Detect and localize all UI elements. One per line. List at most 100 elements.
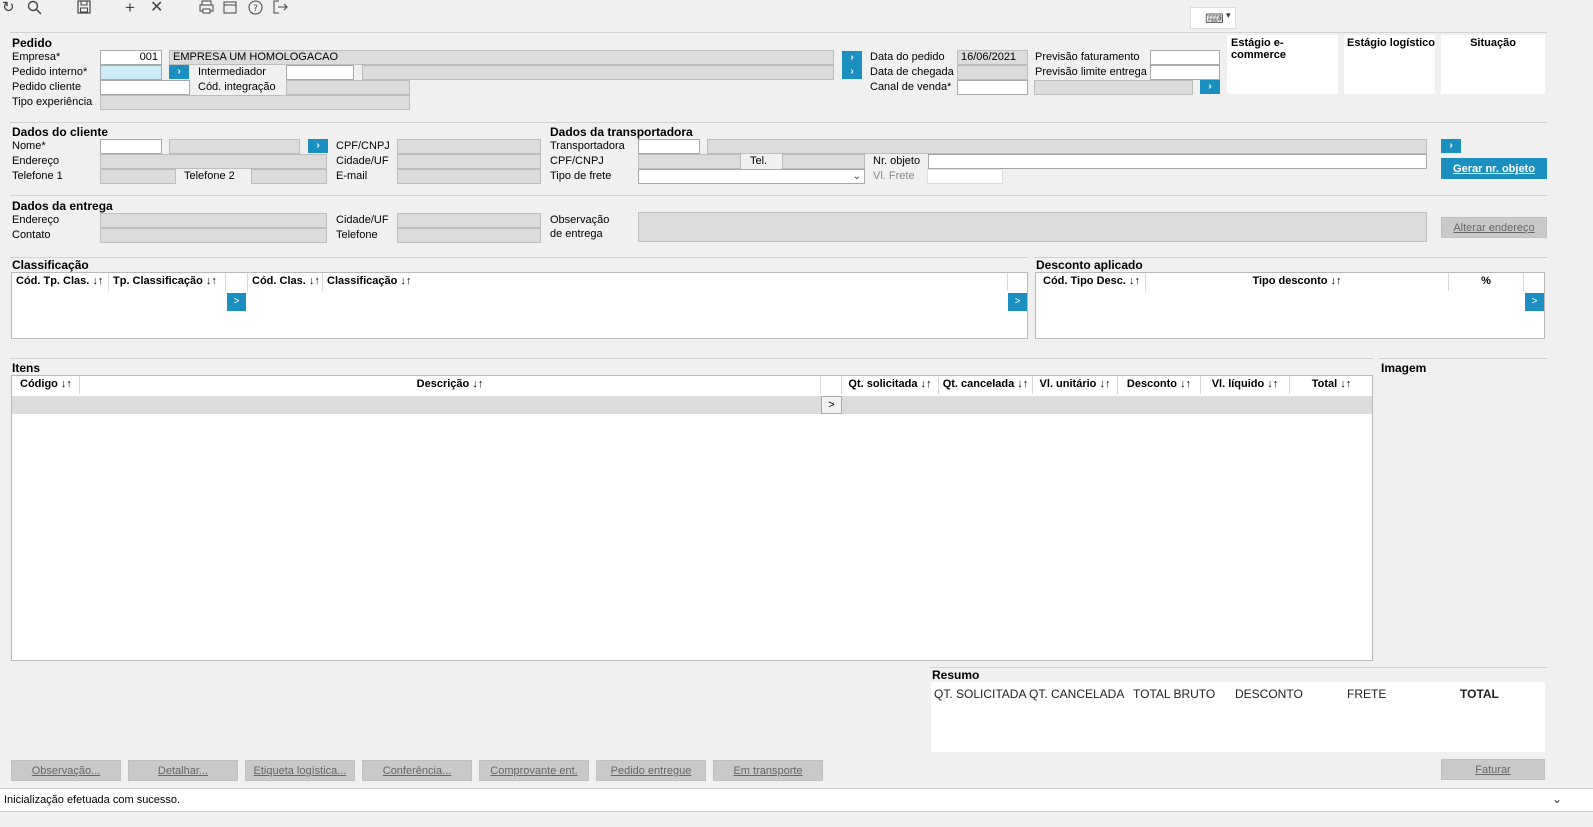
- resumo-total: TOTAL: [1460, 687, 1499, 701]
- observacao-button[interactable]: Observação...: [11, 760, 121, 781]
- desconto-add-button[interactable]: >: [1525, 293, 1544, 311]
- desconto-title: Desconto aplicado: [1036, 258, 1143, 272]
- transportadora-code-field[interactable]: [638, 139, 700, 154]
- add-icon[interactable]: +: [125, 0, 135, 16]
- cliente-cpf-field: [397, 139, 541, 154]
- save-icon[interactable]: [77, 0, 91, 17]
- vl-frete-field[interactable]: [927, 169, 1003, 184]
- vl-frete-label: Vl. Frete: [873, 170, 915, 182]
- col-tipo-desconto[interactable]: Tipo desconto ↓↑: [1146, 273, 1449, 291]
- resumo-box: QT. SOLICITADA QT. CANCELADA TOTAL BRUTO…: [931, 682, 1545, 752]
- cliente-telefone1-label: Telefone 1: [12, 170, 63, 182]
- keyboard-icon: ⌨: [1205, 11, 1224, 26]
- chevron-down-icon: ⌄: [852, 171, 861, 182]
- pedido-interno-lookup-button[interactable]: ›: [169, 65, 189, 79]
- calendar-icon[interactable]: [223, 0, 237, 17]
- faturar-button[interactable]: Faturar: [1441, 759, 1545, 780]
- transportadora-cpf-label: CPF/CNPJ: [550, 155, 604, 167]
- cliente-nome-field[interactable]: [100, 139, 162, 154]
- previsao-limite-field[interactable]: [1150, 65, 1220, 80]
- col-vl-unitario[interactable]: Vl. unitário ↓↑: [1033, 376, 1118, 394]
- col-descricao[interactable]: Descrição ↓↑: [80, 376, 821, 394]
- obs-entrega-label-2: de entrega: [550, 228, 603, 240]
- conferencia-button[interactable]: Conferência...: [362, 760, 472, 781]
- classificacao-move-button[interactable]: >: [227, 293, 246, 311]
- etiqueta-logistica-button[interactable]: Etiqueta logística...: [245, 760, 355, 781]
- pedido-entregue-button[interactable]: Pedido entregue: [596, 760, 706, 781]
- nr-objeto-field[interactable]: [928, 154, 1427, 169]
- data-pedido-label: Data do pedido: [870, 51, 945, 63]
- chevron-down-icon[interactable]: ⌄: [1552, 792, 1562, 806]
- transportadora-name-field: [707, 139, 1427, 154]
- col-qt-solicitada[interactable]: Qt. solicitada ↓↑: [842, 376, 939, 394]
- classificacao-add-button[interactable]: >: [1008, 293, 1027, 311]
- pedido-cliente-field[interactable]: [100, 80, 190, 95]
- previsao-faturamento-field[interactable]: [1150, 50, 1220, 65]
- canal-venda-field[interactable]: [957, 80, 1028, 95]
- col-cod-tp-clas[interactable]: Cód. Tp. Clas. ↓↑: [12, 273, 109, 291]
- cliente-cidade-field: [397, 154, 541, 169]
- cliente-nome-desc-field: [169, 139, 300, 154]
- print-icon[interactable]: [199, 0, 214, 17]
- cliente-email-field: [397, 169, 541, 184]
- em-transporte-button[interactable]: Em transporte: [713, 760, 823, 781]
- status-bar: Inicialização efetuada com sucesso. ⌄: [0, 788, 1593, 812]
- col-total[interactable]: Total ↓↑: [1290, 376, 1373, 394]
- cliente-title: Dados do cliente: [12, 125, 109, 139]
- pedido-interno-field[interactable]: [100, 65, 162, 80]
- table-row[interactable]: >: [12, 396, 1372, 414]
- classificacao-table: Cód. Tp. Clas. ↓↑ Tp. Classificação ↓↑ >…: [11, 272, 1028, 339]
- help-icon[interactable]: ?: [248, 0, 263, 18]
- refresh-icon[interactable]: ↻: [2, 0, 15, 15]
- comprovante-button[interactable]: Comprovante ent.: [479, 760, 589, 781]
- col-qt-cancelada[interactable]: Qt. cancelada ↓↑: [939, 376, 1033, 394]
- col-cod-tipo-desc[interactable]: Cód. Tipo Desc. ↓↑: [1036, 273, 1146, 291]
- estagio-logistico-box: Estágio logístico: [1344, 35, 1435, 94]
- resumo-qt-solicitada: QT. SOLICITADA: [934, 687, 1027, 701]
- cliente-nome-label: Nome*: [12, 140, 46, 152]
- tipo-frete-label: Tipo de frete: [550, 170, 612, 182]
- col-percentual[interactable]: %: [1449, 273, 1524, 291]
- resumo-total-bruto: TOTAL BRUTO: [1133, 687, 1216, 701]
- transportadora-lookup-button[interactable]: ›: [1441, 139, 1461, 153]
- tipo-experiencia-field: [100, 95, 410, 110]
- row-expand-button[interactable]: >: [821, 396, 842, 414]
- empresa-name-field: EMPRESA UM HOMOLOGACAO: [169, 50, 834, 65]
- cliente-endereco-field: [100, 154, 327, 169]
- intermediador-lookup-button[interactable]: ›: [842, 65, 862, 79]
- cliente-cpf-label: CPF/CNPJ: [336, 140, 390, 152]
- classificacao-title: Classificação: [12, 258, 89, 272]
- entrega-cidade-label: Cidade/UF: [336, 214, 389, 226]
- svg-text:?: ?: [253, 4, 258, 14]
- col-classificacao[interactable]: Classificação ↓↑: [323, 273, 1008, 291]
- col-cod-clas[interactable]: Cód. Clas. ↓↑: [247, 273, 323, 291]
- col-codigo[interactable]: Código ↓↑: [12, 376, 80, 394]
- search-icon[interactable]: [27, 0, 42, 18]
- col-tp-classificacao[interactable]: Tp. Classificação ↓↑: [109, 273, 226, 291]
- canal-venda-lookup-button[interactable]: ›: [1200, 80, 1220, 94]
- entrega-title: Dados da entrega: [12, 199, 113, 213]
- keyboard-widget[interactable]: ⌨ ▾: [1190, 7, 1236, 29]
- itens-title: Itens: [12, 361, 41, 375]
- empresa-code-field[interactable]: 001: [100, 50, 162, 65]
- intermediador-field[interactable]: [286, 65, 354, 80]
- cliente-lookup-button[interactable]: ›: [308, 139, 328, 153]
- empresa-lookup-button[interactable]: ›: [842, 51, 862, 65]
- toolbar: ↻ + ✕ ?: [0, 0, 1593, 20]
- obs-entrega-label-1: Observação: [550, 214, 610, 226]
- col-desconto[interactable]: Desconto ↓↑: [1118, 376, 1201, 394]
- tipo-frete-select[interactable]: ⌄: [638, 169, 865, 184]
- alterar-endereco-button[interactable]: Alterar endereço: [1441, 217, 1547, 238]
- status-message: Inicialização efetuada com sucesso.: [4, 794, 181, 806]
- col-vl-liquido[interactable]: Vl. líquido ↓↑: [1201, 376, 1290, 394]
- close-icon[interactable]: ✕: [150, 0, 163, 16]
- gerar-nr-objeto-button[interactable]: Gerar nr. objeto: [1441, 158, 1547, 179]
- cliente-telefone2-label: Telefone 2: [184, 170, 235, 182]
- exit-icon[interactable]: [273, 0, 288, 17]
- tipo-experiencia-label: Tipo experiência: [12, 96, 93, 108]
- cliente-telefone2-field: [251, 169, 327, 184]
- cliente-email-label: E-mail: [336, 170, 368, 182]
- detalhar-button[interactable]: Detalhar...: [128, 760, 238, 781]
- cliente-cidade-label: Cidade/UF: [336, 155, 389, 167]
- entrega-telefone-label: Telefone: [336, 229, 378, 241]
